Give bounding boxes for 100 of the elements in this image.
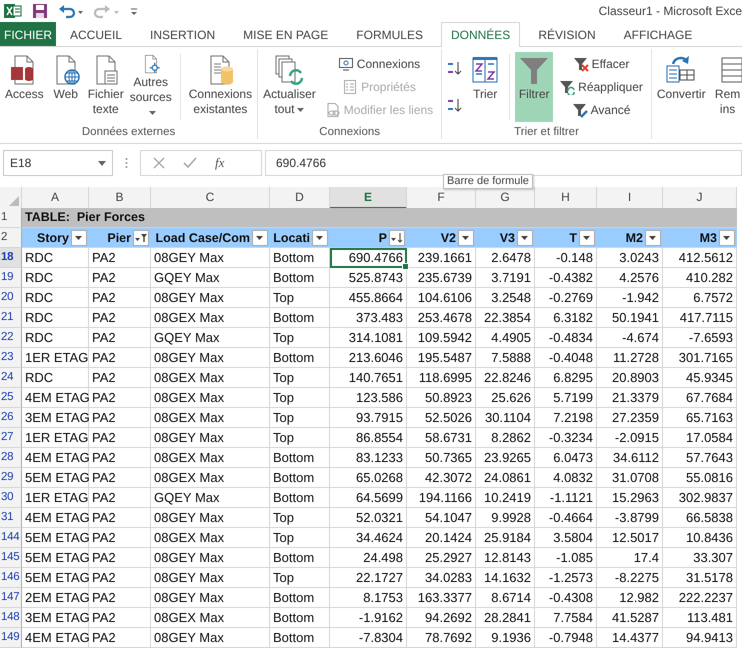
filter-button[interactable] [71, 230, 87, 246]
ribbon-button[interactable]: Connexions existantes [186, 52, 256, 122]
filter-button[interactable] [517, 230, 533, 246]
column-header[interactable]: J [663, 187, 737, 209]
table-cell: 24.0861 [476, 468, 535, 488]
row-number[interactable]: 26 [0, 408, 22, 428]
table-cell: 64.5699 [330, 488, 407, 508]
column-header[interactable]: D [270, 187, 330, 209]
column-header[interactable]: I [597, 187, 663, 209]
table-cell: -4.674 [597, 328, 663, 348]
column-title: T [568, 230, 577, 244]
fill-handle[interactable] [402, 263, 409, 270]
sort-descending-icon [447, 98, 464, 114]
insert-function-button[interactable]: fx [215, 155, 224, 171]
table-title: TABLE: Pier Forces [22, 208, 737, 228]
column-header[interactable]: A [22, 187, 89, 209]
ribbon-tab[interactable]: MISE EN PAGE [233, 22, 338, 46]
row-number[interactable]: 147 [0, 588, 22, 608]
filter-button[interactable] [458, 230, 474, 246]
row-number[interactable]: 144 [0, 528, 22, 548]
table-cell: PA2 [89, 508, 151, 528]
table-cell: GQEY Max [151, 488, 270, 508]
table-cell: 302.9837 [663, 488, 737, 508]
table-cell: 08GEY Max [151, 568, 270, 588]
ribbon-button[interactable]: Web [46, 52, 85, 122]
table-cell: PA2 [89, 368, 151, 388]
table-cell: 412.5612 [663, 248, 737, 268]
row-number[interactable]: 27 [0, 428, 22, 448]
row-number[interactable]: 18 [0, 248, 22, 268]
ribbon-tab[interactable]: DONNÉES [440, 22, 520, 47]
row-number[interactable]: 28 [0, 448, 22, 468]
ribbon-button[interactable]: Filtrer [515, 52, 554, 122]
row-number[interactable]: 146 [0, 568, 22, 588]
filter-button[interactable] [719, 230, 735, 246]
column-header[interactable]: E [330, 187, 407, 209]
row-number[interactable]: 25 [0, 388, 22, 408]
ribbon-tab[interactable]: AFFICHAGE [614, 22, 702, 46]
table-cell: 4EM ETAG [22, 448, 89, 468]
row-number[interactable]: 148 [0, 608, 22, 628]
row-number[interactable]: 23 [0, 348, 22, 368]
row-number[interactable]: 145 [0, 548, 22, 568]
undo-icon[interactable] [58, 3, 84, 19]
filter-button[interactable] [312, 230, 328, 246]
ribbon-button[interactable]: Fichier texte [84, 52, 127, 122]
ribbon-button[interactable]: Convertir [654, 52, 709, 122]
ribbon-button[interactable]: Autres sources [126, 52, 175, 122]
ribbon-button[interactable]: Réappliquer [556, 77, 646, 97]
ribbon-tab[interactable]: RÉVISION [528, 22, 606, 46]
filter-button[interactable] [579, 230, 595, 246]
table-cell: Top [270, 388, 330, 408]
filter-button[interactable] [389, 230, 405, 246]
row-number[interactable]: 20 [0, 288, 22, 308]
check-icon[interactable] [183, 157, 197, 169]
row-number[interactable]: 1 [0, 208, 22, 228]
ribbon-tab[interactable]: INSERTION [140, 22, 226, 46]
table-cell: 7.2198 [535, 408, 597, 428]
table-cell: RDC [22, 268, 89, 288]
tooltip: Barre de formule [443, 174, 533, 189]
ribbon-button[interactable]: Trier [466, 52, 504, 122]
ribbon-tab[interactable]: ACCUEIL [60, 22, 132, 46]
column-header[interactable]: B [89, 187, 151, 209]
ribbon-tab[interactable]: FICHIER [0, 22, 56, 46]
ribbon-button[interactable]: Actualiser tout [260, 52, 319, 122]
table-cell: 104.6106 [407, 288, 476, 308]
table-cell: 690.4766 [330, 248, 407, 268]
table-cell: 31.5178 [663, 568, 737, 588]
ribbon-button[interactable]: Connexions [334, 54, 424, 74]
filter-button[interactable] [133, 230, 149, 246]
caret-icon [98, 160, 106, 166]
table-cell: 235.6739 [407, 268, 476, 288]
save-icon[interactable] [32, 3, 48, 19]
ribbon-button[interactable]: Rem ins [708, 52, 742, 122]
row-number[interactable]: 31 [0, 508, 22, 528]
table-cell: -0.4048 [535, 348, 597, 368]
ribbon-tab[interactable]: FORMULES [346, 22, 433, 46]
row-number[interactable]: 149 [0, 628, 22, 648]
table-cell: 08GEY Max [151, 428, 270, 448]
table-cell: RDC [22, 368, 89, 388]
row-number[interactable]: 21 [0, 308, 22, 328]
table-cell: 54.1047 [407, 508, 476, 528]
filter-button[interactable] [252, 230, 268, 246]
column-title: Load Case/Com [154, 230, 250, 244]
ribbon-button[interactable]: Avancé [568, 100, 634, 120]
column-header[interactable]: H [535, 187, 597, 209]
table-cell: Bottom [270, 588, 330, 608]
column-header[interactable]: C [151, 187, 270, 209]
formula-field[interactable]: 690.4766 [265, 150, 742, 176]
filter-button[interactable] [645, 230, 661, 246]
name-box[interactable]: E18 [3, 150, 113, 176]
row-number[interactable]: 22 [0, 328, 22, 348]
table-cell: RDC [22, 288, 89, 308]
ribbon-button[interactable]: Access [2, 52, 47, 122]
column-header[interactable]: F [407, 187, 476, 209]
ribbon-button[interactable]: Effacer [570, 54, 632, 74]
row-number[interactable]: 30 [0, 488, 22, 508]
table-cell: Bottom [270, 548, 330, 568]
row-number[interactable]: 24 [0, 368, 22, 388]
row-number[interactable]: 19 [0, 268, 22, 288]
row-number[interactable]: 29 [0, 468, 22, 488]
row-number[interactable]: 2 [0, 228, 22, 248]
